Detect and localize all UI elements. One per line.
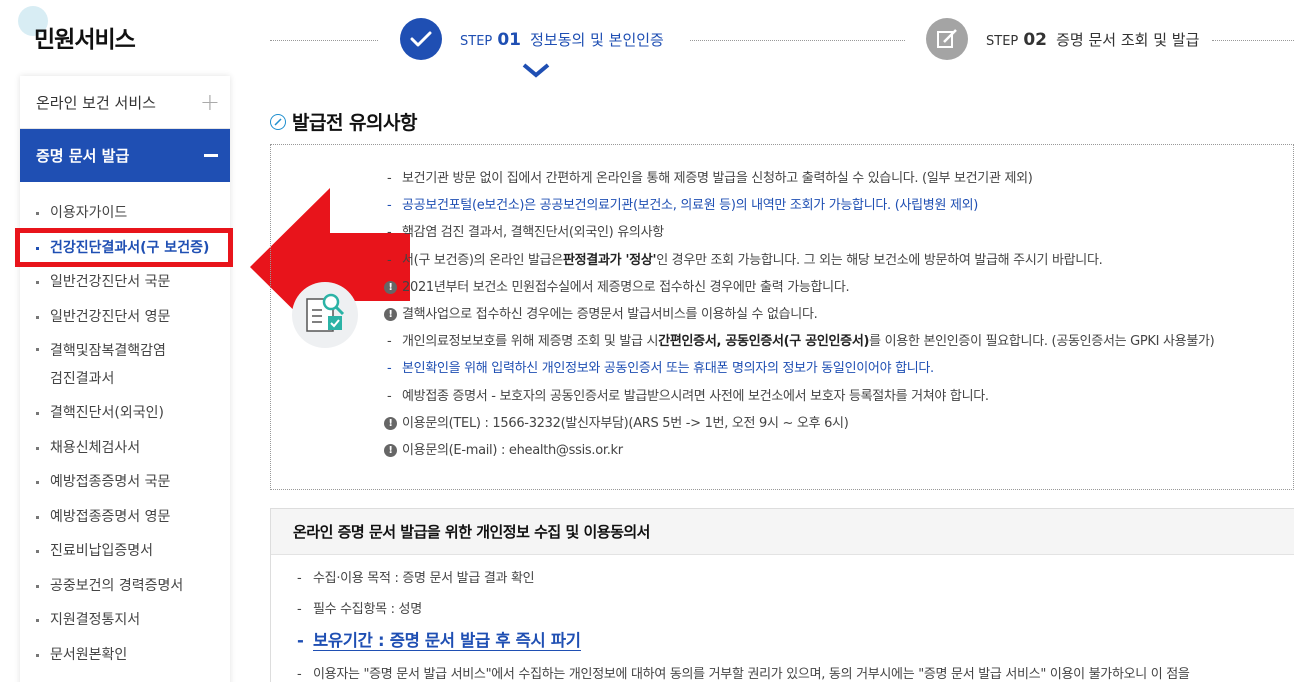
notice-text: 2021년부터 보건소 민원접수실에서 제증명으로 접수하신 경우에만 출력 가… [402,279,850,295]
notice-text: 이용문의(E-mail) : ehealth@ssis.or.kr [402,442,623,458]
notice-text: 공공보건포털(e보건소)은 공공보건의료기관(보건소, 의료원 등)의 내역만 … [402,198,979,214]
step1-prefix: STEP [460,34,493,49]
document-search-icon [292,282,358,348]
highlight-box [15,228,233,267]
sub-item-employment-physical[interactable]: 채용신체검사서 [20,431,230,466]
notice-line: - 서(구 보건증)의 온라인 발급은 판정결과가 '정상' 인 경우만 조회 가능… [384,247,1214,274]
notice-title-text: 발급전 유의사항 [292,112,417,134]
menu-online-health-service[interactable]: 온라인 보건 서비스 + [20,76,230,129]
step1-label: STEP 01 정보동의 및 본인인증 [460,29,664,50]
sidebar-title: 민원서비스 [34,27,136,53]
consent-retention: - 보유기간 : 증명 문서 발급 후 즉시 파기 [297,631,581,651]
notice-text: 본인확인을 위해 입력하신 개인정보와 공동인증서 또는 휴대폰 명의자의 정보… [402,361,934,377]
consent-line: - 수집·이용 목적 : 증명 문서 발급 결과 확인 [297,571,535,586]
sub-item-public-doctor-career[interactable]: 공중보건의 경력증명서 [20,569,230,604]
sub-item-support-decision[interactable]: 지원결정통지서 [20,603,230,638]
step2-prefix: STEP [986,34,1019,49]
sub-item-tb-line2: 검진결과서 [50,371,115,387]
notice-line: - 개인의료정보보호를 위해 제증명 조회 및 발급 시 간편인증서, 공동인증서… [384,328,1215,355]
consent-text: 필수 수집항목 : 성명 [313,602,422,617]
sub-item-vaccination-en[interactable]: 예방접종증명서 영문 [20,500,230,535]
notice-text: 개인의료정보보호를 위해 제증명 조회 및 발급 시 [402,334,659,350]
sub-item-general-health-kr[interactable]: 일반건강진단서 국문 [20,265,230,300]
consent-line: - 필수 수집항목 : 성명 [297,602,422,617]
notice-line: - 보건기관 방문 없이 집에서 간편하게 온라인을 통해 제증명 발급을 신청하… [384,165,1214,192]
consent-line: - 이용자는 "증명 문서 발급 서비스"에서 수집하는 개인정보에 대하여 동의… [297,667,1190,682]
consent-text: 이용자는 "증명 문서 발급 서비스"에서 수집하는 개인정보에 대하여 동의를… [313,667,1190,682]
sub-item-document-verify[interactable]: 문서원본확인 [20,638,230,673]
exclamation-icon: ! [384,443,397,457]
sub-item-tb-diagnosis-foreign[interactable]: 결핵진단서(외국인) [20,396,230,431]
notice-text: 인 경우만 조회 가능합니다. 그 외는 해당 보건소에 방문하여 발급해 주시… [656,252,1103,268]
plus-icon: + [199,88,220,116]
menu-certificate-issue[interactable]: 증명 문서 발급 [20,129,230,182]
notice-text: 서(구 보건증)의 온라인 발급은 [402,252,563,268]
notice-text: 를 이용한 본인인증이 필요합니다. (공동인증서는 GPKI 사용불가) [869,334,1215,350]
chevron-down-icon [522,63,550,78]
notice-line: - 예방접종 증명서 - 보호자의 공동인증서로 발급받으시려면 사전에 보건소에… [384,383,1214,410]
exclamation-icon: ! [384,280,397,294]
notice-text: 예방접종 증명서 - 보호자의 공동인증서로 발급받으시려면 사전에 보건소에서… [402,388,989,404]
step2-text: 증명 문서 조회 및 발급 [1056,31,1200,49]
consent-box: 온라인 증명 문서 발급을 위한 개인정보 수집 및 이용동의서 - 수집·이용 … [270,508,1294,682]
sidebar-menu: 온라인 보건 서비스 + 증명 문서 발급 이용자가이드 건강진단결과서(구 보… [20,76,230,682]
step2-number: 02 [1023,30,1048,50]
sub-item-tb-line1: 결핵및잠복결핵감염 [50,343,166,359]
notice-line: ! 2021년부터 보건소 민원접수실에서 제증명으로 접수하신 경우에만 출력 … [384,274,1214,301]
consent-retention-text: 보유기간 : 증명 문서 발급 후 즉시 파기 [313,631,581,651]
minus-icon [204,154,218,157]
exclamation-icon: ! [384,308,397,322]
step1-number: 01 [497,30,522,50]
consent-text: 수집·이용 목적 : 증명 문서 발급 결과 확인 [313,571,535,586]
notice-line: ! 결핵사업으로 접수하신 경우에는 증명문서 발급서비스를 이용하실 수 없습니… [384,301,1214,328]
step2-edit-icon [926,18,968,60]
step2-label: STEP 02 증명 문서 조회 및 발급 [986,29,1199,50]
notice-emphasis: 판정결과가 '정상' [562,252,657,268]
pencil-icon [270,113,286,130]
notice-line: - 본인확인을 위해 입력하신 개인정보와 공동인증서 또는 휴대폰 명의자의 정… [384,355,1214,382]
exclamation-icon: ! [384,416,397,430]
notice-text: 이용문의(TEL) : 1566-3232(발신자부담)(ARS 5번 -> 1… [402,415,849,431]
consent-title: 온라인 증명 문서 발급을 위한 개인정보 수집 및 이용동의서 [271,509,1294,555]
page: 민원서비스 온라인 보건 서비스 + 증명 문서 발급 이용자가이드 건강진단결… [0,0,1294,682]
step1-text: 정보동의 및 본인인증 [530,31,664,49]
sub-item-tb-latent-result[interactable]: 결핵및잠복결핵감염 검진결과서 [20,334,230,396]
notice-line: - 핵감염 검진 결과서, 결핵진단서(외국인) 유의사항 [384,219,1214,246]
notice-list: - 보건기관 방문 없이 집에서 간편하게 온라인을 통해 제증명 발급을 신청하… [384,165,1215,464]
notice-line: ! 이용문의(TEL) : 1566-3232(발신자부담)(ARS 5번 -> … [384,410,1214,437]
sub-item-vaccination-kr[interactable]: 예방접종증명서 국문 [20,465,230,500]
sub-item-medical-payment[interactable]: 진료비납입증명서 [20,534,230,569]
step-divider [1212,40,1294,41]
step-divider [690,40,905,41]
sub-item-user-guide[interactable]: 이용자가이드 [20,196,230,231]
notice-text: 결핵사업으로 접수하신 경우에는 증명문서 발급서비스를 이용하실 수 없습니다… [402,306,818,322]
notice-text: 핵감염 검진 결과서, 결핵진단서(외국인) 유의사항 [402,225,664,241]
sub-item-general-health-en[interactable]: 일반건강진단서 영문 [20,300,230,335]
notice-text: 보건기관 방문 없이 집에서 간편하게 온라인을 통해 제증명 발급을 신청하고… [402,171,1033,186]
menu-online-label: 온라인 보건 서비스 [36,93,156,112]
notice-emphasis: 간편인증서, 공동인증서(구 공인인증서) [658,334,870,350]
notice-title: 발급전 유의사항 [270,108,417,135]
step-divider [270,40,378,41]
notice-line: - 공공보건포털(e보건소)은 공공보건의료기관(보건소, 의료원 등)의 내역만… [384,192,1214,219]
step1-check-icon [400,18,442,60]
notice-line: ! 이용문의(E-mail) : ehealth@ssis.or.kr [384,437,1214,464]
menu-active-label: 증명 문서 발급 [36,147,130,165]
